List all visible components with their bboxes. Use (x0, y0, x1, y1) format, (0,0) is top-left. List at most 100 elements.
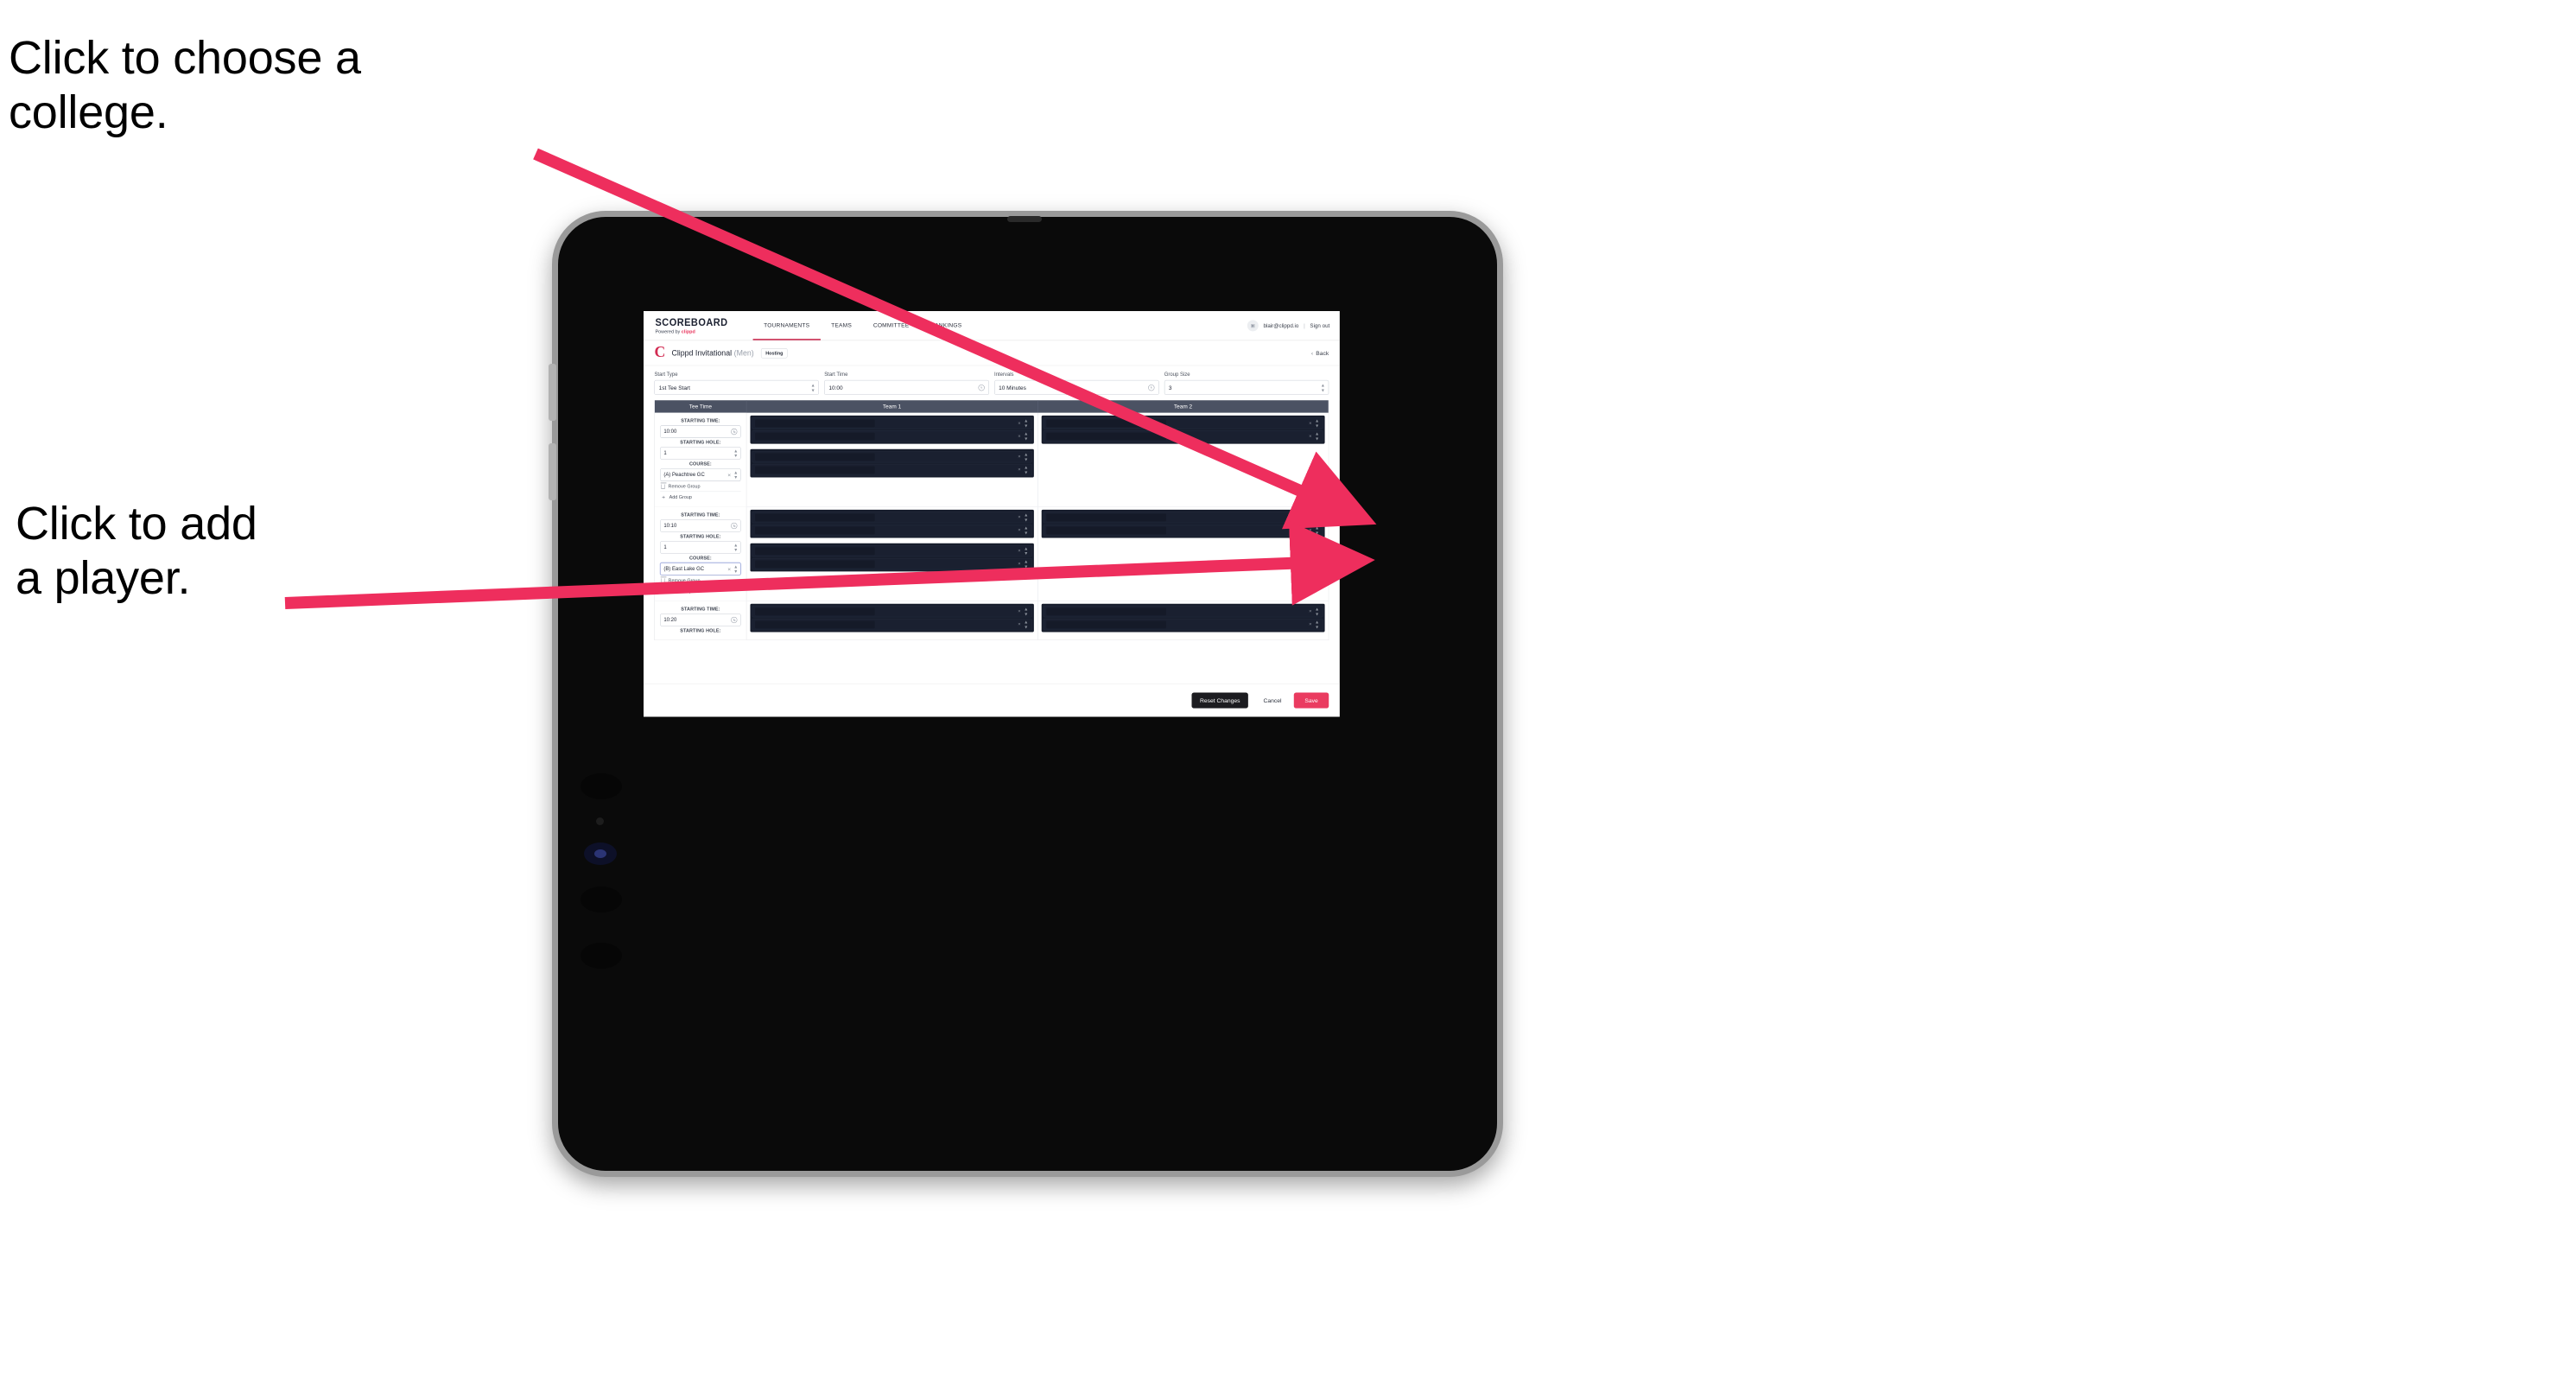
stepper-icon[interactable]: ▴ ▾ (812, 382, 815, 392)
stepper-icon[interactable]: ▴ ▾ (1316, 607, 1318, 617)
cancel-button[interactable]: Cancel (1254, 692, 1291, 708)
label-start-type: Start Type (654, 372, 678, 378)
course-select[interactable]: (B) East Lake GC × ▴ ▾ (660, 563, 741, 575)
intervals-value: 10 Minutes (999, 384, 1026, 391)
top-navigation-bar: SCOREBOARD Powered by clippd TOURNAMENTS… (644, 311, 1340, 341)
clear-icon[interactable]: × (1018, 608, 1020, 614)
stepper-icon[interactable]: ▴ ▾ (1025, 620, 1027, 630)
clear-icon[interactable]: × (1018, 548, 1020, 553)
clear-icon[interactable]: × (1309, 528, 1311, 533)
clear-icon[interactable]: × (1309, 608, 1311, 614)
player-slot[interactable]: × ▴ ▾ (752, 524, 1032, 537)
stepper-icon[interactable]: ▴ ▾ (1025, 512, 1027, 523)
player-slot[interactable]: × ▴ ▾ (752, 618, 1032, 631)
back-button[interactable]: ‹ Back (1311, 350, 1329, 357)
stepper-icon[interactable]: ▴ ▾ (1316, 620, 1318, 630)
player-slot[interactable]: × ▴ ▾ (1043, 416, 1323, 429)
clear-icon[interactable]: × (1018, 454, 1020, 459)
stepper-icon[interactable]: ▴ ▾ (1316, 525, 1318, 536)
tournament-gender: (Men) (733, 348, 754, 358)
player-slot[interactable]: × ▴ ▾ (1043, 430, 1323, 442)
stepper-icon[interactable]: ▴ ▾ (1025, 607, 1027, 617)
nav-separator: | (1304, 322, 1305, 329)
clock-icon[interactable] (731, 616, 738, 624)
clear-icon[interactable]: × (1309, 622, 1311, 627)
scoreboard-logo[interactable]: SCOREBOARD Powered by clippd (655, 311, 752, 340)
player-slot[interactable]: × ▴ ▾ (1043, 618, 1323, 631)
stepper-icon[interactable]: ▴ ▾ (1316, 431, 1318, 442)
add-group-label: Add Group (669, 493, 692, 500)
stepper-icon[interactable]: ▴ ▾ (1025, 418, 1027, 429)
player-slot[interactable]: × ▴ ▾ (752, 450, 1032, 463)
player-slot[interactable]: × ▴ ▾ (752, 544, 1032, 557)
clear-icon[interactable]: × (1309, 515, 1311, 520)
power-button[interactable] (549, 443, 556, 500)
starting-hole-input[interactable]: 1 ▴ ▾ (660, 447, 741, 460)
player-slot[interactable]: × ▴ ▾ (1043, 511, 1323, 524)
remove-group-button[interactable]: Remove Group (660, 480, 741, 492)
start-type-select[interactable]: 1st Tee Start ▴ ▾ (654, 379, 819, 396)
nav-item-committee[interactable]: COMMITTEE (862, 311, 919, 340)
nav-item-tournaments[interactable]: TOURNAMENTS (752, 311, 821, 340)
nav-item-rankings[interactable]: RANKINGS (920, 311, 973, 340)
stepper-icon[interactable]: ▴ ▾ (1316, 418, 1318, 429)
clear-icon[interactable]: × (1018, 561, 1020, 566)
stepper-icon[interactable]: ▴ ▾ (734, 448, 737, 458)
player-slot[interactable]: × ▴ ▾ (752, 463, 1032, 476)
stepper-icon[interactable]: ▴ ▾ (734, 563, 737, 574)
player-slot[interactable]: × ▴ ▾ (752, 557, 1032, 570)
add-group-button[interactable]: + Add Group (660, 585, 741, 596)
stepper-icon[interactable]: ▴ ▾ (1025, 452, 1027, 462)
tee-time-cell: STARTING TIME: 10:00 STARTING HOLE: 1 ▴ ▾… (654, 412, 747, 507)
player-slot[interactable]: × ▴ ▾ (1043, 605, 1323, 618)
clear-icon[interactable]: × (1018, 421, 1020, 426)
player-slot[interactable]: × ▴ ▾ (752, 430, 1032, 442)
player-slot[interactable]: × ▴ ▾ (752, 416, 1032, 429)
reset-changes-button[interactable]: Reset Changes (1191, 692, 1248, 709)
player-slot[interactable]: × ▴ ▾ (1043, 524, 1323, 537)
clear-icon[interactable]: × (727, 565, 731, 572)
clock-icon[interactable] (1148, 384, 1155, 391)
course-select[interactable]: (A) Peachtree GC × ▴ ▾ (660, 468, 741, 481)
clear-icon[interactable]: × (1309, 421, 1311, 426)
player-name-redacted (755, 526, 875, 535)
clear-icon[interactable]: × (1018, 467, 1020, 473)
player-slot[interactable]: × ▴ ▾ (752, 605, 1032, 618)
starting-time-input[interactable]: 10:10 (660, 519, 741, 532)
clear-icon[interactable]: × (1018, 434, 1020, 439)
nav-item-teams[interactable]: TEAMS (821, 311, 863, 340)
clear-icon[interactable]: × (1018, 622, 1020, 627)
starting-time-input[interactable]: 10:20 (660, 614, 741, 626)
stepper-icon[interactable]: ▴ ▾ (1025, 545, 1027, 556)
start-time-input[interactable]: 10:00 (824, 379, 989, 396)
remove-group-label: Remove Group (668, 577, 701, 583)
sign-out-link[interactable]: Sign out (1310, 322, 1329, 328)
stepper-icon[interactable]: ▴ ▾ (1316, 512, 1318, 523)
add-group-button[interactable]: + Add Group (660, 491, 741, 502)
player-actions: × ▴ ▾ (1018, 418, 1027, 429)
clear-icon[interactable]: × (1309, 434, 1311, 439)
stepper-icon[interactable]: ▴ ▾ (734, 542, 737, 552)
starting-time-input[interactable]: 10:00 (660, 425, 741, 438)
volume-button[interactable] (549, 364, 556, 421)
clock-icon[interactable] (731, 428, 738, 436)
stepper-icon[interactable]: ▴ ▾ (1025, 525, 1027, 536)
remove-group-button[interactable]: Remove Group (660, 575, 741, 586)
player-group: × ▴ ▾ × ▴ ▾ (750, 509, 1034, 538)
user-avatar-icon[interactable]: ▣ (1247, 320, 1259, 332)
stepper-icon[interactable]: ▴ ▾ (1025, 559, 1027, 569)
stepper-icon[interactable]: ▴ ▾ (734, 469, 737, 480)
clear-icon[interactable]: × (1018, 515, 1020, 520)
stepper-icon[interactable]: ▴ ▾ (1025, 465, 1027, 475)
clock-icon[interactable] (978, 384, 985, 391)
player-slot[interactable]: × ▴ ▾ (752, 511, 1032, 524)
starting-hole-input[interactable]: 1 ▴ ▾ (660, 541, 741, 554)
group-size-select[interactable]: 3 ▴ ▾ (1164, 379, 1329, 396)
stepper-icon[interactable]: ▴ ▾ (1322, 382, 1324, 392)
intervals-input[interactable]: 10 Minutes (993, 379, 1159, 396)
clear-icon[interactable]: × (727, 471, 731, 478)
stepper-icon[interactable]: ▴ ▾ (1025, 431, 1027, 442)
clock-icon[interactable] (731, 522, 738, 530)
clear-icon[interactable]: × (1018, 528, 1020, 533)
save-button[interactable]: Save (1293, 692, 1329, 709)
